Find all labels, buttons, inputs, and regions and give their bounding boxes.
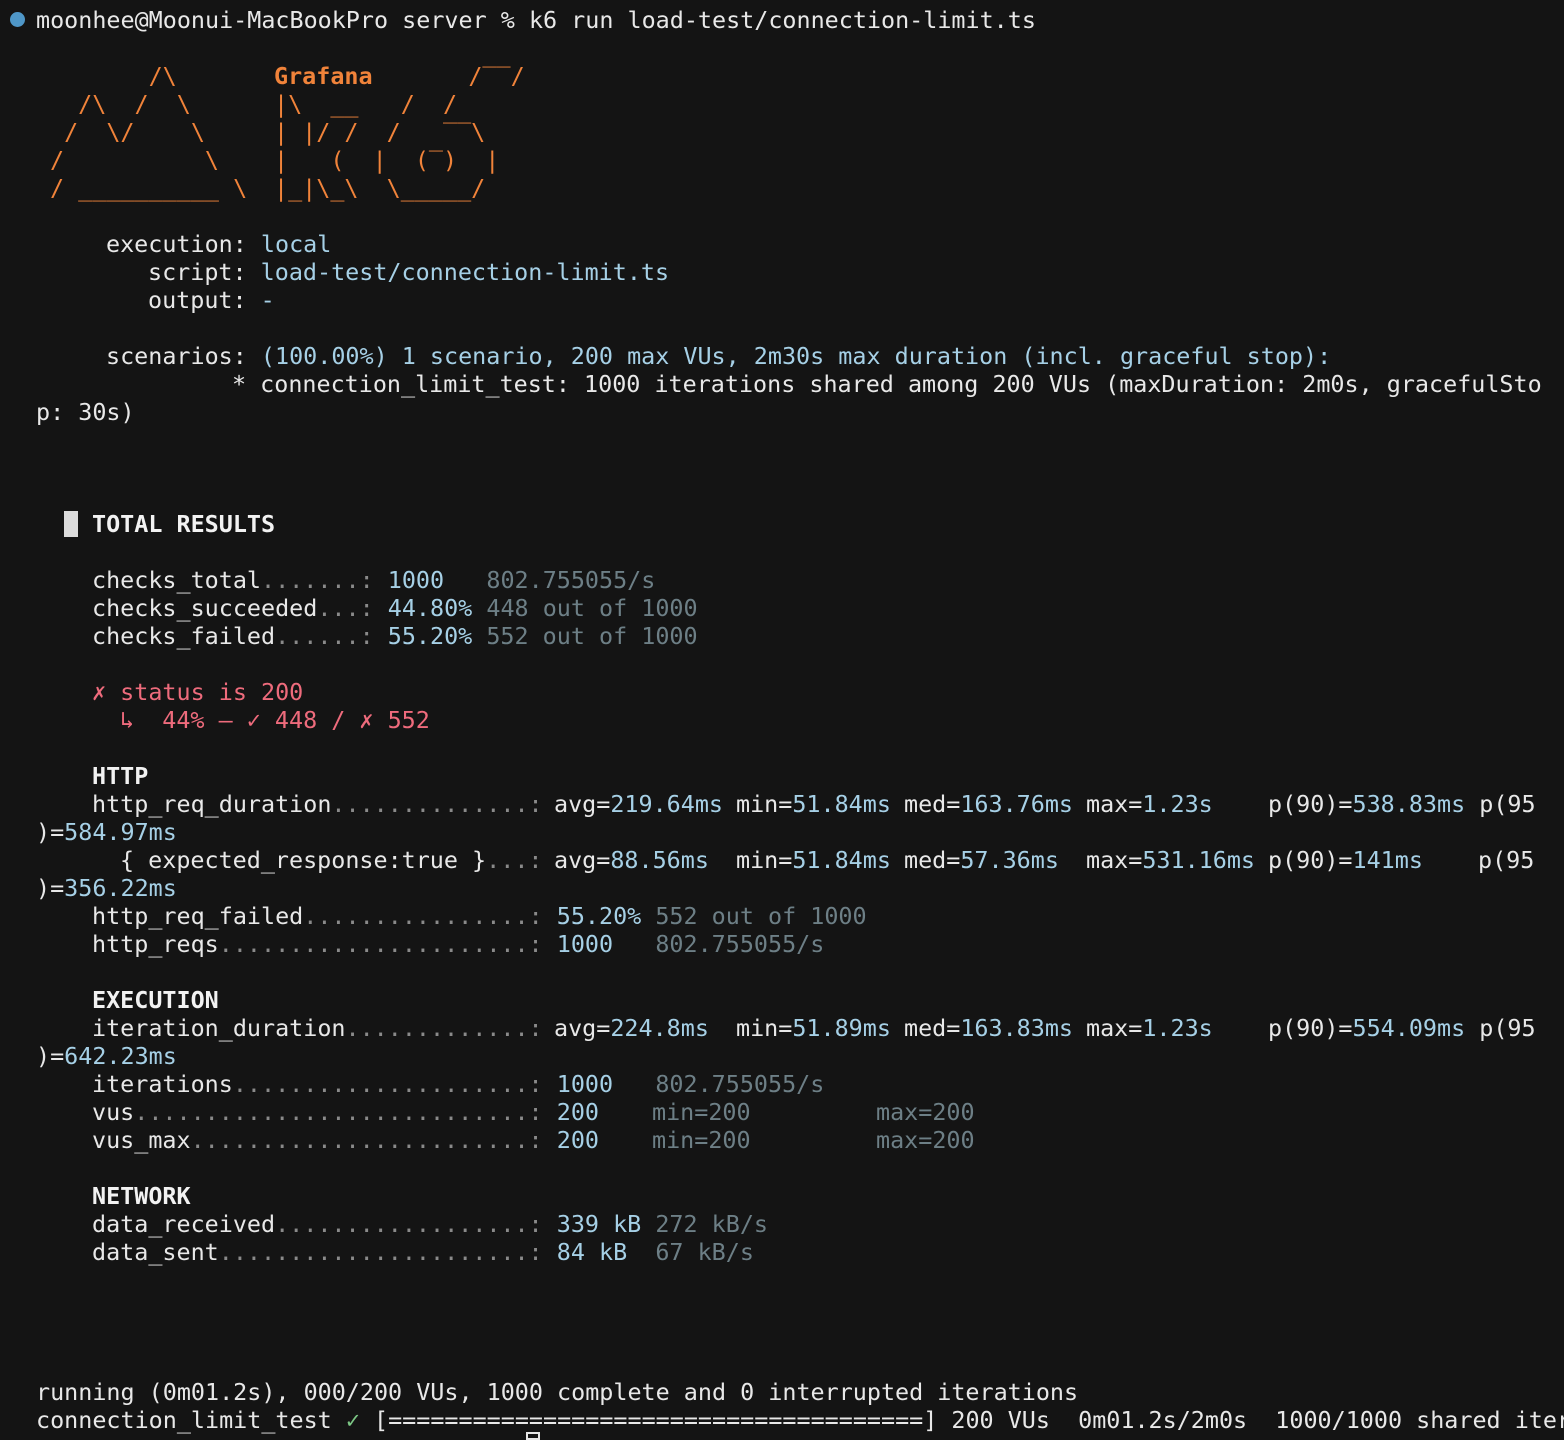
iteration-duration-row: iteration_duration.............: [92, 1014, 543, 1042]
prompt-symbol: % [500, 6, 515, 34]
metric-value: 55.20% [387, 622, 473, 650]
failed-check-title: ✗ status is 200 [92, 678, 304, 706]
prompt-status-dot [10, 12, 25, 27]
execution-heading: EXECUTION [92, 986, 219, 1014]
scenario-done-icon: ✓ [345, 1406, 360, 1434]
metric-name: checks_total [92, 566, 261, 594]
iteration-duration-min: min=51.89ms [736, 1014, 891, 1042]
metric-extra: 552 out of 1000 [486, 622, 698, 650]
expected-response-med: med=57.36ms [904, 846, 1059, 874]
results-marker-icon [64, 511, 78, 537]
running-status: running (0m01.2s), 000/200 VUs, 1000 com… [36, 1378, 1079, 1406]
expected-response-min: min=51.84ms [736, 846, 891, 874]
k6-line-3: | |/ / / ‾‾\ [274, 118, 486, 146]
iteration-duration-p95: )=642.23ms [36, 1042, 177, 1070]
http-req-duration-p95: )=584.97ms [36, 818, 177, 846]
logo-line-3: / \/ \ [50, 118, 262, 146]
script-label: script: [148, 258, 247, 286]
expected-response-max: max=531.16ms [1086, 846, 1256, 874]
output-label: output: [148, 286, 247, 314]
http-req-failed-row: http_req_failed................: 55.20% … [92, 902, 867, 930]
iteration-duration-p90: p(90)=554.09ms p(95 [1268, 1014, 1536, 1042]
execution-label: execution: [106, 230, 247, 258]
vus-min: min=200 [652, 1098, 751, 1126]
data-sent-row: data_sent......................: 84 kB 6… [92, 1238, 754, 1266]
logo-line-5: / __________ \ [50, 174, 276, 202]
progress-bar: [======================================] [374, 1406, 938, 1434]
http-req-duration-max: max=1.23s [1086, 790, 1213, 818]
grafana-brand: Grafana [274, 62, 373, 90]
http-req-duration-row: http_req_duration..............: [92, 790, 543, 818]
metric-name: checks_succeeded [92, 594, 318, 622]
vus-max: max=200 [876, 1098, 975, 1126]
metric-value: 1000 [387, 566, 445, 594]
vus-row: vus............................: 200 [92, 1098, 599, 1126]
metric-dots: .......: [261, 566, 374, 594]
scenarios-info: scenarios: (100.00%) 1 scenario, 200 max… [106, 342, 1331, 370]
metric-value: 44.80% [387, 594, 473, 622]
logo-line-4: / \ [50, 146, 262, 174]
terminal-cursor[interactable] [526, 1432, 540, 1440]
checks-total-row: checks_total.......: 1000 802.755055/s [92, 566, 655, 594]
metric-extra: 448 out of 1000 [486, 594, 698, 622]
expected-response-row: { expected_response:true }...: [120, 846, 543, 874]
script-info: script: load-test/connection-limit.ts [148, 258, 669, 286]
scenario-progress-row: connection_limit_test ✓ [===============… [36, 1406, 1564, 1434]
metric-name: checks_failed [92, 622, 276, 650]
prompt-dir: server [402, 6, 487, 34]
execution-value: local [260, 230, 332, 258]
vus-max-min: min=200 [652, 1126, 751, 1154]
metric-extra: 802.755055/s [486, 566, 656, 594]
scenarios-value: (100.00%) 1 scenario, 200 max VUs, 2m30s… [260, 342, 1332, 370]
logo-line-1: /\ [50, 62, 262, 90]
scenario-detail-line-1: * connection_limit_test: 1000 iterations… [232, 370, 1542, 398]
network-heading: NETWORK [92, 1182, 191, 1210]
expected-response-p90: p(90)=141ms [1268, 846, 1423, 874]
iteration-duration-avg: avg=224.8ms [554, 1014, 709, 1042]
output-info: output: - [148, 286, 275, 314]
expected-response-p95-label: p(95 [1478, 846, 1535, 874]
checks-failed-row: checks_failed......: 55.20% 552 out of 1… [92, 622, 698, 650]
http-req-duration-min: min=51.84ms [736, 790, 891, 818]
progress-info: 200 VUs 0m01.2s/2m0s 1000/1000 shared it… [937, 1406, 1564, 1434]
k6-line-2: |\ __ / / [274, 90, 458, 118]
checks-succeeded-row: checks_succeeded...: 44.80% 448 out of 1… [92, 594, 698, 622]
iteration-duration-max: max=1.23s [1086, 1014, 1213, 1042]
execution-info: execution: local [106, 230, 331, 258]
metric-dots: ......: [275, 622, 374, 650]
k6-line-5: |_|\_\ \_____/ [274, 174, 486, 202]
http-heading: HTTP [92, 762, 149, 790]
scenario-name: connection_limit_test [36, 1406, 332, 1434]
iteration-duration-med: med=163.83ms [904, 1014, 1074, 1042]
vus-max-row: vus_max........................: 200 [92, 1126, 599, 1154]
failed-check-detail: ↳ 44% — ✓ 448 / ✗ 552 [120, 706, 430, 734]
k6-line-1: /‾‾/ [412, 62, 525, 90]
http-reqs-row: http_reqs......................: 1000 80… [92, 930, 825, 958]
k6-line-4: | ( | (‾) | [274, 146, 500, 174]
http-req-duration-med: med=163.76ms [904, 790, 1074, 818]
check-fail-icon: ✗ [359, 706, 374, 734]
results-title: TOTAL RESULTS [92, 510, 276, 538]
expected-response-p95: )=356.22ms [36, 874, 177, 902]
prompt-line: moonhee@Moonui-MacBookPro server % k6 ru… [36, 6, 1036, 34]
output-value: - [260, 286, 275, 314]
prompt-command: k6 run load-test/connection-limit.ts [528, 6, 1036, 34]
http-req-duration-p90: p(90)=538.83ms p(95 [1268, 790, 1536, 818]
logo-line-2: /\ / \ [50, 90, 262, 118]
iterations-row: iterations.....................: 1000 80… [92, 1070, 825, 1098]
metric-dots: ...: [317, 594, 374, 622]
expected-response-avg: avg=88.56ms [554, 846, 709, 874]
check-pass-icon: ✓ [246, 706, 261, 734]
scenarios-label: scenarios: [106, 342, 247, 370]
script-value: load-test/connection-limit.ts [260, 258, 670, 286]
scenario-detail-line-2: p: 30s) [36, 398, 135, 426]
vus-max-max: max=200 [876, 1126, 975, 1154]
data-received-row: data_received..................: 339 kB … [92, 1210, 769, 1238]
prompt-user-host: moonhee@Moonui-MacBookPro [36, 6, 389, 34]
http-req-duration-stats: avg=219.64ms [554, 790, 724, 818]
